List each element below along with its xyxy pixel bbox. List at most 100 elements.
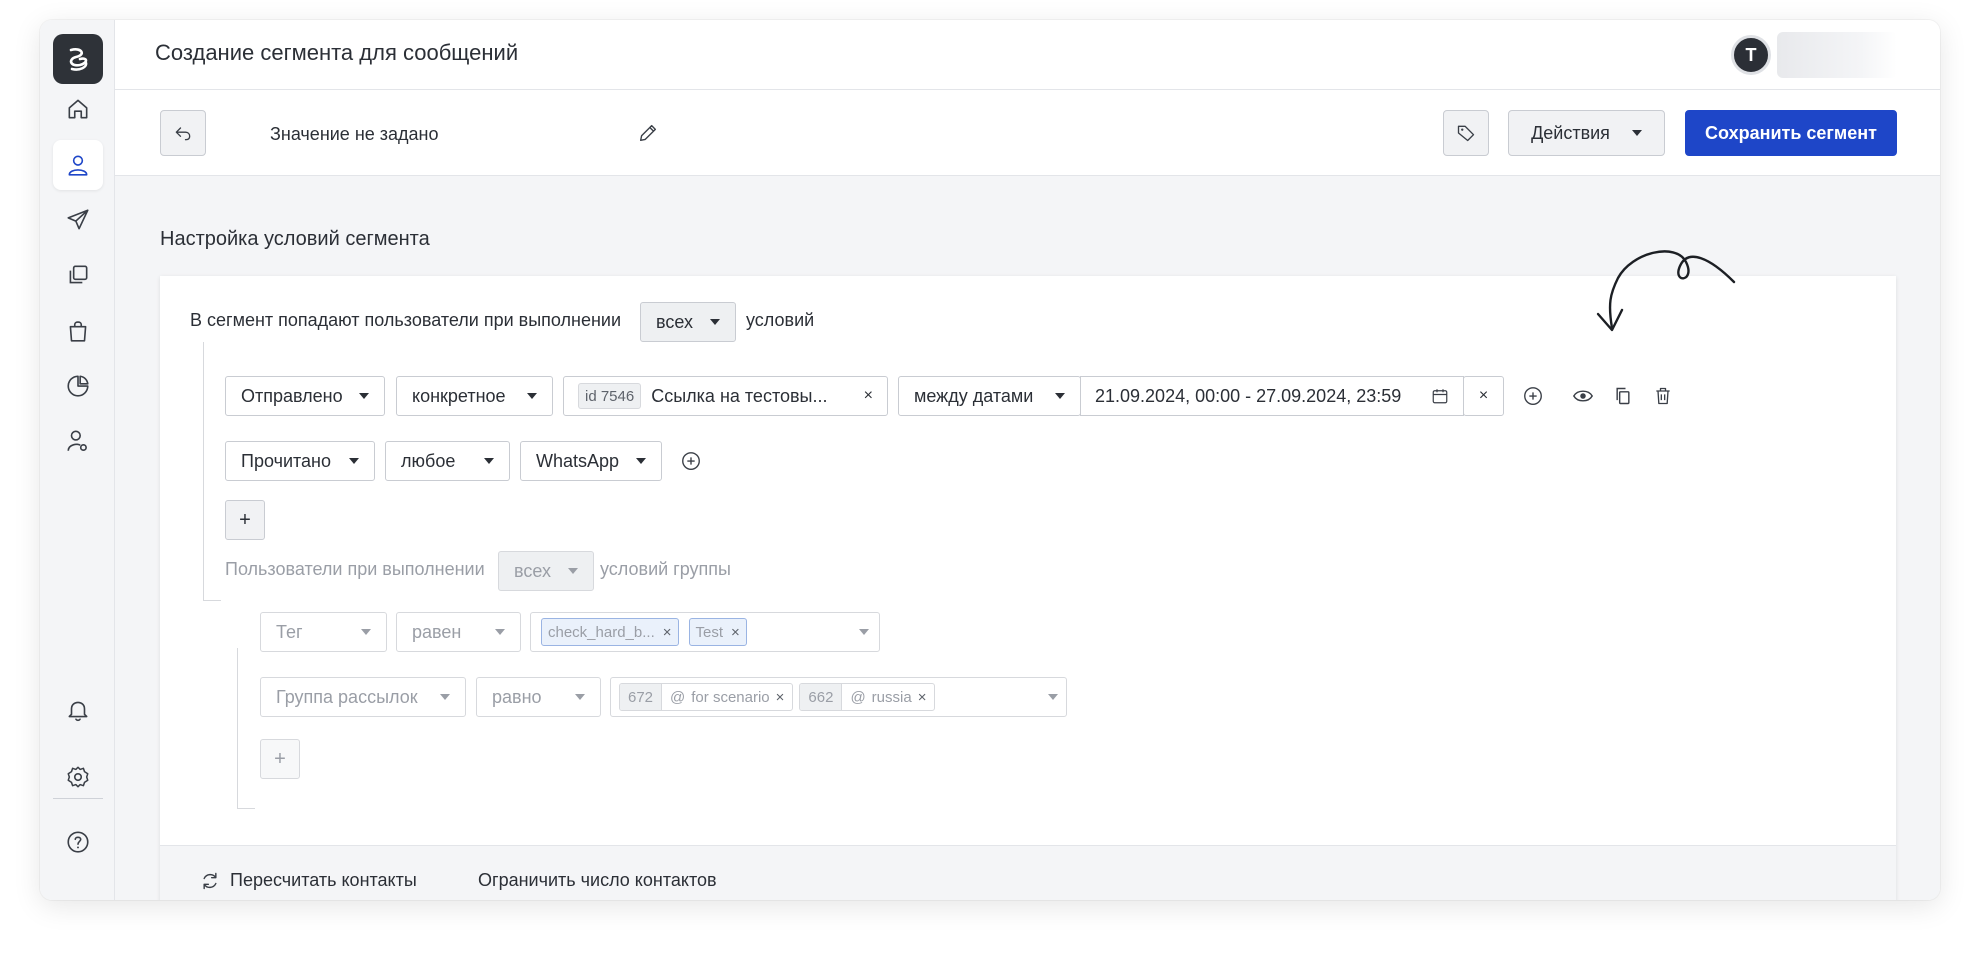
tree-line (237, 808, 255, 809)
limit-contacts-button[interactable]: Ограничить число контактов (478, 870, 717, 891)
message-id-badge: id 7546 (578, 383, 642, 409)
chevron-down-icon (575, 694, 585, 700)
segment-name[interactable]: Значение не задано (270, 124, 439, 145)
plus-circle-icon (682, 452, 700, 470)
root-prefix: В сегмент попадают пользователи при выпо… (190, 310, 622, 330)
sidebar-item-settings[interactable] (53, 752, 103, 802)
add-group-condition-button[interactable]: + (260, 739, 300, 779)
send-icon (67, 209, 89, 230)
group-prefix: Пользователи при выполнении (225, 559, 485, 579)
sidebar-divider (53, 798, 103, 799)
root-mode-select[interactable]: всех (640, 302, 736, 342)
tag-chip[interactable]: Test × (688, 618, 747, 646)
copy-icon (69, 265, 88, 284)
preview-button[interactable] (1570, 383, 1596, 409)
group-condition-1-field-select[interactable]: Тег (260, 612, 387, 652)
chevron-down-icon (1631, 130, 1642, 136)
chevron-down-icon (527, 393, 537, 399)
sidebar-item-notifications[interactable] (53, 685, 103, 735)
tree-line (237, 648, 238, 808)
condition-2-operator: любое (401, 450, 456, 471)
sidebar-item-templates[interactable] (53, 250, 103, 300)
chevron-down-icon (859, 629, 869, 635)
chevron-down-icon (440, 694, 450, 700)
group-chip-id: 662 (800, 684, 843, 710)
date-range-input[interactable]: 21.09.2024, 00:00 - 27.09.2024, 23:59 (1080, 376, 1464, 416)
avatar[interactable]: T (1731, 35, 1771, 75)
condition-1-message-select[interactable]: id 7546 Ссылка на тестовы... × (563, 376, 888, 416)
gear-icon (67, 766, 89, 788)
chevron-down-icon (710, 319, 720, 325)
duplicate-button[interactable] (1610, 383, 1636, 409)
mailing-groups-multiselect[interactable]: 672 @ for scenario × 662 @ russia × (610, 677, 1067, 717)
group-condition-2-operator-select[interactable]: равно (476, 677, 601, 717)
delete-button[interactable] (1650, 383, 1676, 409)
chevron-down-icon (361, 629, 371, 635)
clear-icon[interactable]: × (864, 387, 873, 405)
condition-2-channel-select[interactable]: WhatsApp (520, 441, 662, 481)
add-condition-icon-button[interactable] (678, 448, 704, 474)
chevron-down-icon (349, 458, 359, 464)
app-window: Создание сегмента для сообщений T Значен… (40, 20, 1940, 900)
add-condition-icon-button[interactable] (1520, 383, 1546, 409)
date-clear-button[interactable]: × (1463, 376, 1504, 416)
pencil-icon[interactable] (637, 122, 659, 144)
group-mode-select[interactable]: всех (498, 551, 594, 591)
add-condition-button[interactable]: + (225, 500, 265, 540)
recalculate-contacts-button[interactable]: Пересчитать контакты (200, 870, 417, 891)
recalculate-contacts-label: Пересчитать контакты (230, 870, 417, 890)
toolbar: Значение не задано Действия Сохранить се… (115, 90, 1940, 176)
condition-1-date-mode: между датами (914, 385, 1034, 406)
back-button[interactable] (160, 110, 206, 156)
date-range-value: 21.09.2024, 00:00 - 27.09.2024, 23:59 (1095, 385, 1402, 406)
user-name-blurred[interactable] (1777, 32, 1897, 78)
calendar-icon (1432, 389, 1448, 404)
sidebar-item-analytics[interactable] (53, 361, 103, 411)
close-icon[interactable]: × (731, 624, 740, 641)
group-chip[interactable]: 662 @ russia × (799, 683, 936, 711)
sidebar (40, 20, 115, 900)
group-condition-2-operator: равно (492, 686, 542, 707)
condition-2-operator-select[interactable]: любое (385, 441, 510, 481)
eye-icon (1572, 390, 1594, 402)
group-condition-1-operator-select[interactable]: равен (396, 612, 521, 652)
at-icon: @ (850, 688, 866, 706)
plus-circle-icon (1524, 387, 1542, 405)
close-icon[interactable]: × (918, 689, 927, 706)
chevron-down-icon (484, 458, 494, 464)
sidebar-item-home[interactable] (53, 84, 103, 134)
close-icon[interactable]: × (663, 624, 672, 641)
group-condition-1-field: Тег (276, 621, 303, 642)
bell-icon (68, 701, 88, 722)
save-segment-button[interactable]: Сохранить сегмент (1685, 110, 1897, 156)
close-icon[interactable]: × (776, 689, 785, 706)
group-chip-id: 672 (620, 684, 663, 710)
root-suffix: условий (746, 310, 815, 330)
actions-dropdown[interactable]: Действия (1508, 110, 1665, 156)
group-suffix: условий группы (600, 559, 731, 579)
sidebar-item-campaigns[interactable] (53, 195, 103, 245)
sidebar-item-shop[interactable] (53, 306, 103, 356)
tree-line (203, 342, 204, 600)
condition-1-date-mode-select[interactable]: между датами (898, 376, 1081, 416)
group-condition-2-field-select[interactable]: Группа рассылок (260, 677, 466, 717)
condition-2-field-select[interactable]: Прочитано (225, 441, 375, 481)
tags-multiselect[interactable]: check_hard_b... × Test × (530, 612, 880, 652)
annotation-arrow-icon (1596, 250, 1736, 332)
sidebar-item-help[interactable] (53, 817, 103, 867)
refresh-icon (203, 872, 217, 889)
condition-1-operator-select[interactable]: конкретное (396, 376, 553, 416)
tag-button[interactable] (1443, 110, 1489, 156)
tree-line (203, 600, 221, 601)
copy-icon (1616, 387, 1630, 405)
undo-arrow-icon (175, 127, 191, 141)
condition-1-field-select[interactable]: Отправлено (225, 376, 385, 416)
at-icon: @ (670, 688, 686, 706)
sidebar-item-user-settings[interactable] (53, 416, 103, 466)
group-chip[interactable]: 672 @ for scenario × (619, 683, 794, 711)
sidebar-item-contacts[interactable] (53, 140, 103, 190)
logo[interactable] (53, 34, 103, 84)
chevron-down-icon (1055, 393, 1065, 399)
group-mode-value: всех (514, 560, 551, 581)
tag-chip[interactable]: check_hard_b... × (541, 618, 679, 646)
